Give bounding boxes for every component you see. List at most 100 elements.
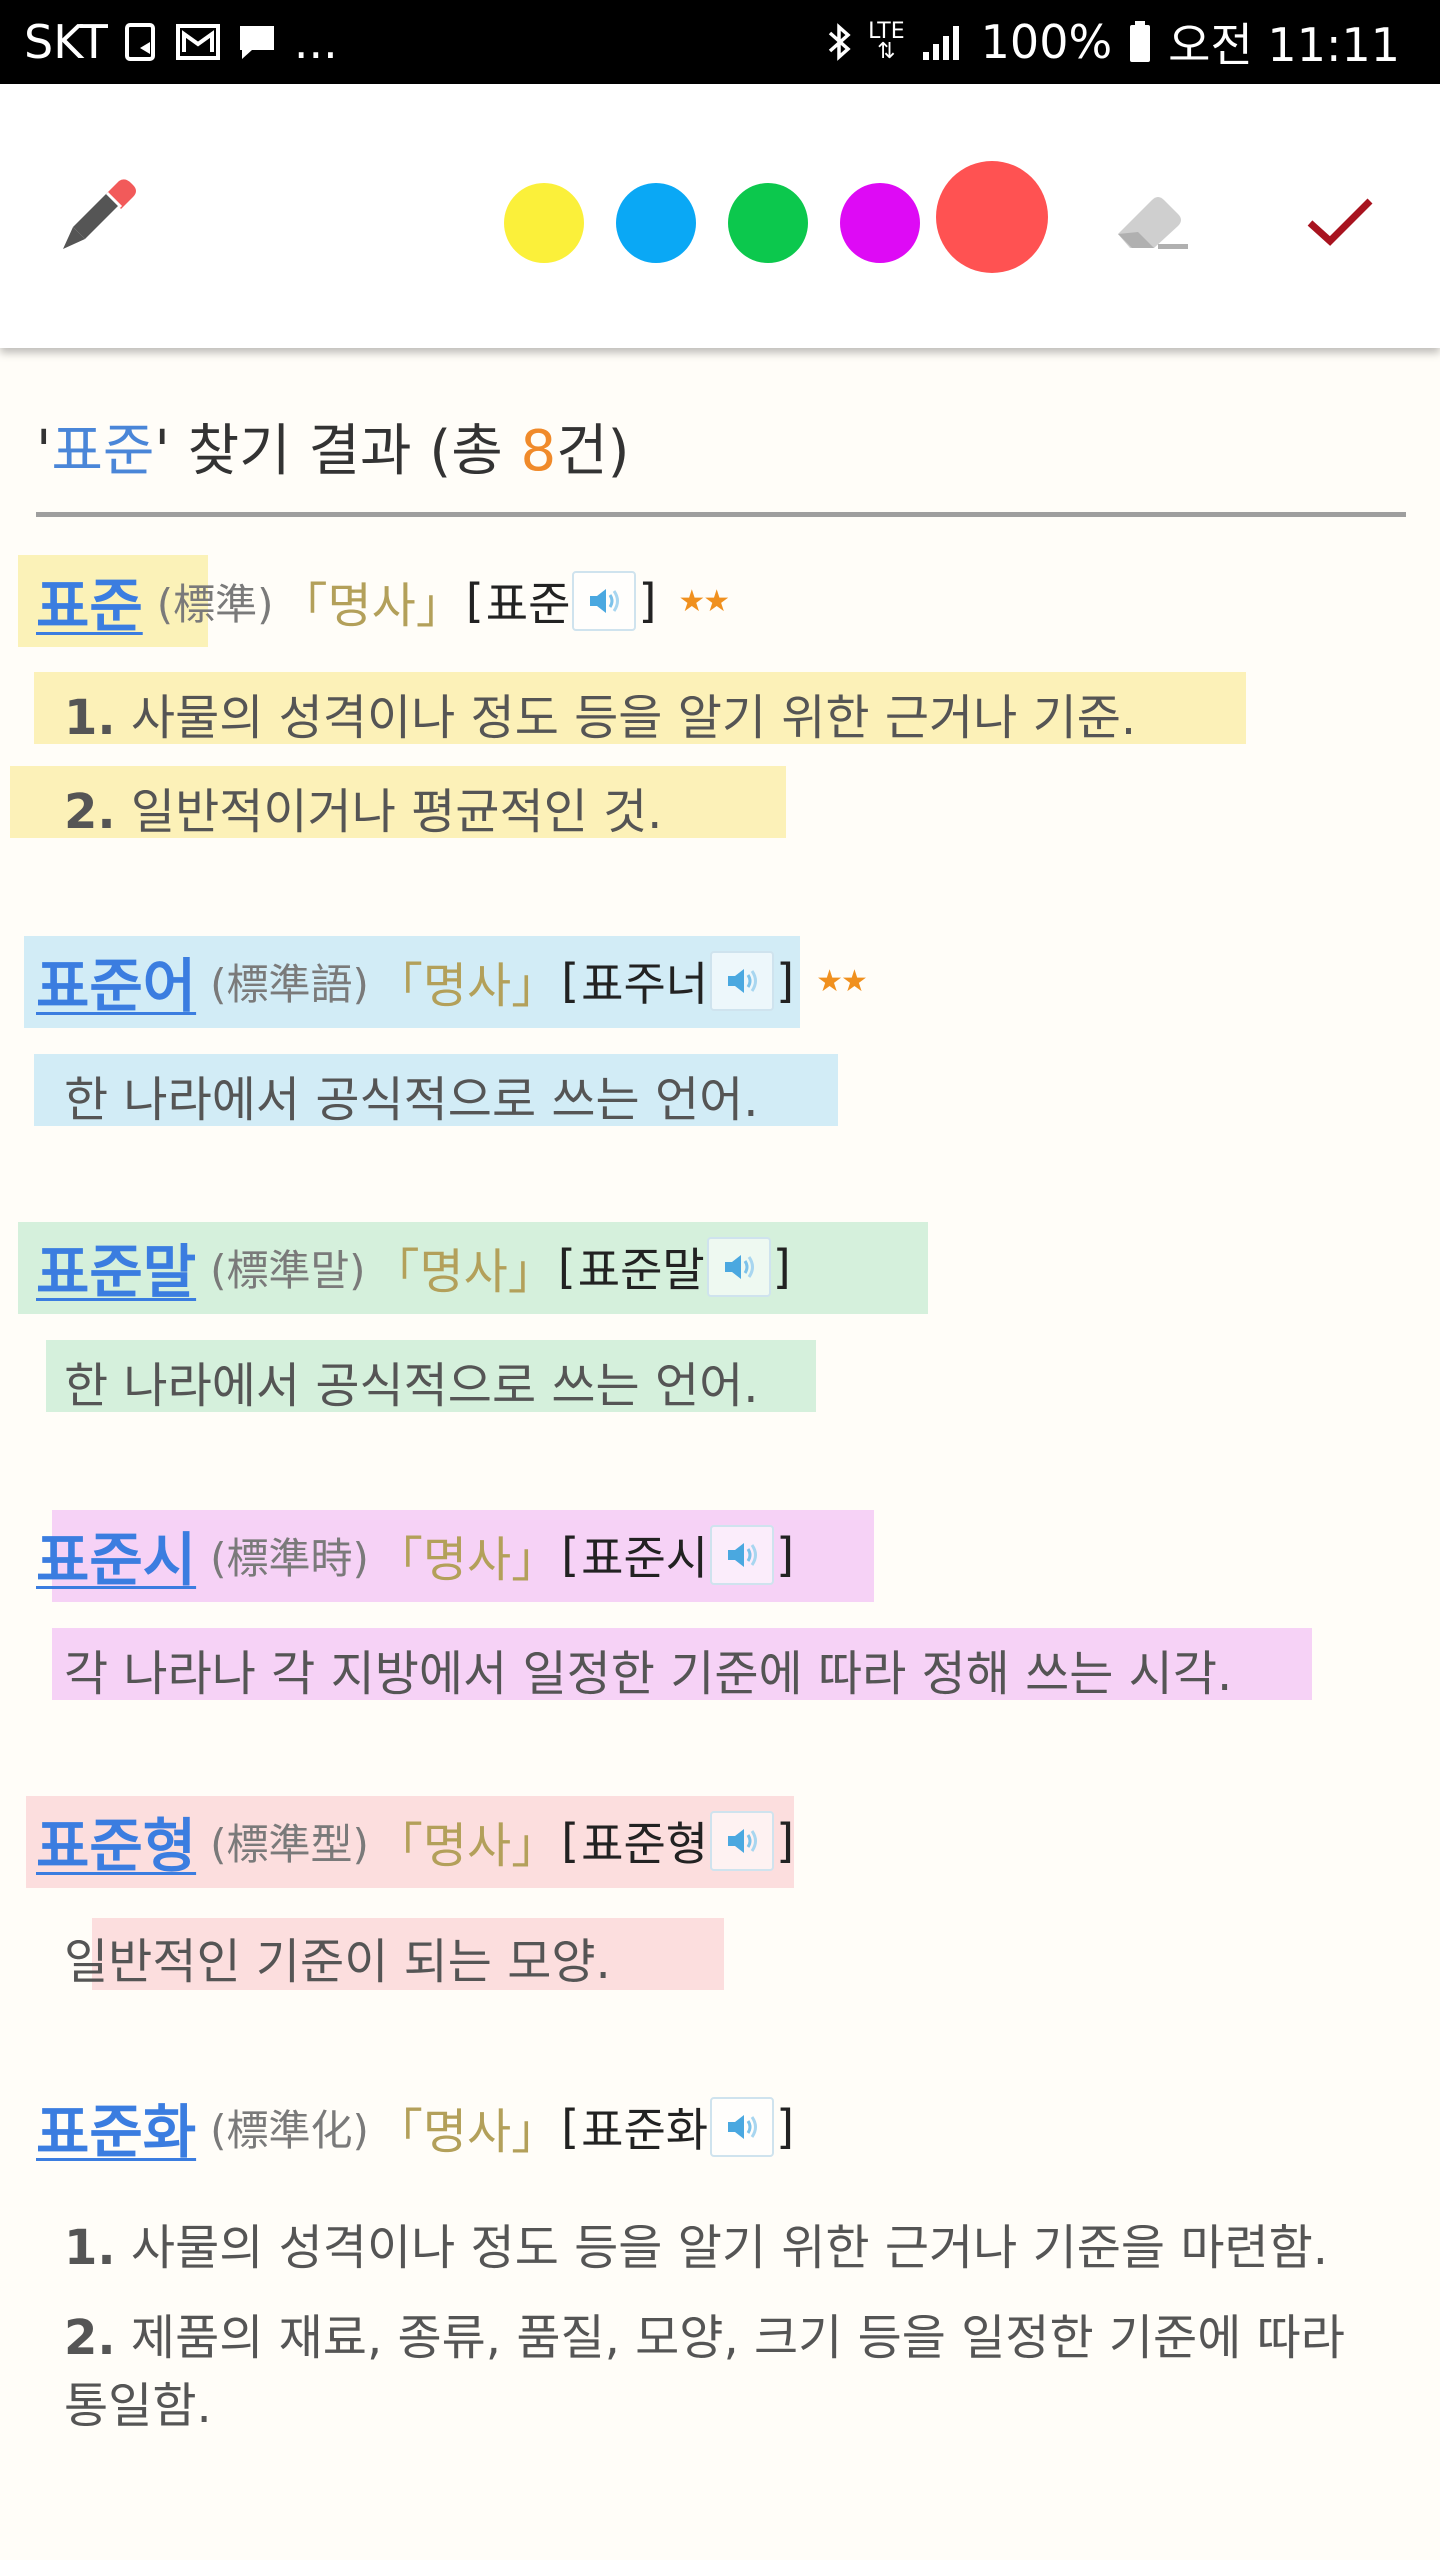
- lte-indicator: LTE ⇅: [868, 21, 905, 64]
- definition-number: 1.: [64, 690, 116, 746]
- status-bar-right: LTE ⇅ 100% 오전 11:11: [826, 9, 1400, 75]
- entry-part-of-speech: 「명사」: [374, 1532, 560, 1588]
- status-bar-left: SKT ...: [24, 15, 338, 69]
- entry-word-link[interactable]: 표준형: [36, 1799, 196, 1883]
- search-query: 표준: [51, 419, 155, 484]
- definition: 2. 제품의 재료, 종류, 품질, 모양, 크기 등을 일정한 기준에 따라: [64, 2298, 1345, 2368]
- importance-stars: ★★: [816, 963, 868, 999]
- definition-number: 2.: [64, 2310, 116, 2366]
- entry-hanja: (標準語): [210, 959, 369, 1009]
- definition: 한 나라에서 공식적으로 쓰는 언어.: [64, 1346, 759, 1416]
- entry-pronunciation: 표준화: [581, 2103, 709, 2157]
- color-purple-button[interactable]: [840, 183, 920, 263]
- entry-hanja: (標準化): [210, 2105, 369, 2155]
- entry-pronunciation: 표준시: [581, 1531, 709, 1585]
- pronunciation-audio-button[interactable]: [706, 1237, 771, 1297]
- entry-hanja: (標準말): [210, 1245, 366, 1295]
- definition: 한 나라에서 공식적으로 쓰는 언어.: [64, 1060, 759, 1130]
- entry-pronunciation: 표준: [485, 577, 571, 631]
- definition-number: 2.: [64, 784, 116, 840]
- pronunciation-bracket-close: ]: [776, 1528, 795, 1582]
- entry-pronunciation: 표준말: [577, 1243, 705, 1297]
- signal-icon: [921, 22, 965, 62]
- entry-word-link[interactable]: 표준말: [36, 1225, 196, 1309]
- entry-hanja: (標準時): [210, 1533, 369, 1583]
- screenshot-notification-icon: [124, 22, 160, 62]
- confirm-button[interactable]: [1290, 178, 1390, 268]
- speaker-icon: [728, 1829, 758, 1853]
- speaker-icon: [728, 2115, 758, 2139]
- status-bar: SKT ... LTE ⇅ 100% 오전 11:11: [0, 0, 1440, 84]
- entry-part-of-speech: 「명사」: [371, 1244, 556, 1300]
- results-title: '표준' 찾기 결과 (총 8건): [36, 406, 630, 487]
- results-count: 8: [520, 419, 557, 484]
- color-yellow-button[interactable]: [504, 183, 584, 263]
- pronunciation-bracket-close: ]: [776, 954, 795, 1008]
- entry-hanja: (標準): [156, 579, 274, 629]
- pronunciation-bracket-close: ]: [638, 574, 657, 628]
- pronunciation-audio-button[interactable]: [710, 1811, 775, 1871]
- pronunciation-bracket-open: [: [561, 1528, 580, 1582]
- color-green-button[interactable]: [728, 183, 808, 263]
- definition: 1. 사물의 성격이나 정도 등을 알기 위한 근거나 기준.: [64, 678, 1136, 748]
- pronunciation-bracket-open: [: [561, 2100, 580, 2154]
- color-red-button-selected[interactable]: [936, 161, 1048, 273]
- message-notification-icon: [236, 22, 278, 62]
- quote-close: ': [154, 419, 170, 484]
- entry-part-of-speech: 「명사」: [374, 958, 560, 1014]
- entry-pronunciation: 표준형: [581, 1817, 709, 1871]
- definition-text: 사물의 성격이나 정도 등을 알기 위한 근거나 기준.: [130, 690, 1137, 746]
- entry-pronunciation: 표주너: [581, 957, 709, 1011]
- definition-text: 한 나라에서 공식적으로 쓰는 언어.: [64, 1072, 759, 1128]
- pen-icon: [55, 177, 145, 261]
- entry-part-of-speech: 「명사」: [374, 1818, 560, 1874]
- pronunciation-audio-button[interactable]: [710, 2097, 775, 2157]
- definition-text: 각 나라나 각 지방에서 일정한 기준에 따라 정해 쓰는 시각.: [64, 1646, 1233, 1702]
- pronunciation-audio-button[interactable]: [572, 571, 637, 631]
- entry-word-link[interactable]: 표준어: [36, 939, 196, 1023]
- carrier-label: SKT: [24, 15, 108, 69]
- pronunciation-bracket-open: [: [557, 1240, 576, 1294]
- definition-text: 일반적이거나 평균적인 것.: [130, 784, 663, 840]
- definition-text: 일반적인 기준이 되는 모양.: [64, 1934, 611, 1990]
- definition-number: 1.: [64, 2220, 116, 2276]
- pronunciation-audio-button[interactable]: [710, 1525, 775, 1585]
- eraser-tool-button[interactable]: [1100, 178, 1200, 268]
- entry-hanja: (標準型): [210, 1819, 369, 1869]
- definition-text: 제품의 재료, 종류, 품질, 모양, 크기 등을 일정한 기준에 따라: [130, 2310, 1345, 2366]
- importance-stars: ★★: [678, 583, 730, 619]
- definition-text: 한 나라에서 공식적으로 쓰는 언어.: [64, 1358, 759, 1414]
- color-blue-button[interactable]: [616, 183, 696, 263]
- entry-word-link[interactable]: 표준화: [36, 2085, 196, 2169]
- pen-tool-button[interactable]: [50, 174, 150, 264]
- more-notifications-label: ...: [293, 15, 338, 69]
- entry-header: 표준시 (標準時) 「명사」 [ 표준시 ]: [36, 1512, 794, 1598]
- highlight-toolbar: [0, 84, 1440, 348]
- battery-percent-label: 100%: [980, 15, 1113, 69]
- entry-part-of-speech: 「명사」: [279, 578, 464, 634]
- definition-text: 사물의 성격이나 정도 등을 알기 위한 근거나 기준을 마련함.: [130, 2220, 1329, 2276]
- speaker-icon: [728, 969, 758, 993]
- pronunciation-bracket-open: [: [561, 954, 580, 1008]
- definition-continuation: 통일함.: [64, 2366, 212, 2436]
- definition: 1. 사물의 성격이나 정도 등을 알기 위한 근거나 기준을 마련함.: [64, 2208, 1328, 2278]
- definition: 각 나라나 각 지방에서 일정한 기준에 따라 정해 쓰는 시각.: [64, 1634, 1232, 1704]
- check-icon: [1302, 191, 1378, 255]
- time-label: 오전 11:11: [1168, 18, 1400, 72]
- entry-header: 표준 (標準) 「명사」 [ 표준 ] ★★: [36, 558, 730, 644]
- speaker-icon: [728, 1543, 758, 1567]
- data-arrows-icon: ⇅: [877, 39, 896, 64]
- pronunciation-bracket-close: ]: [776, 2100, 795, 2154]
- pronunciation-bracket-open: [: [465, 574, 484, 628]
- battery-icon: [1128, 20, 1152, 64]
- definition-text: 통일함.: [64, 2378, 212, 2434]
- entry-word-link[interactable]: 표준: [36, 559, 143, 643]
- entry-header: 표준어 (標準語) 「명사」 [ 표주너 ] ★★: [36, 938, 868, 1024]
- pronunciation-audio-button[interactable]: [710, 951, 775, 1011]
- pronunciation-bracket-open: [: [561, 1814, 580, 1868]
- pronunciation-bracket-close: ]: [772, 1240, 791, 1294]
- entry-word-link[interactable]: 표준시: [36, 1513, 196, 1597]
- header-divider: [36, 512, 1406, 517]
- pronunciation-bracket-close: ]: [776, 1814, 795, 1868]
- mail-notification-icon: [175, 24, 220, 60]
